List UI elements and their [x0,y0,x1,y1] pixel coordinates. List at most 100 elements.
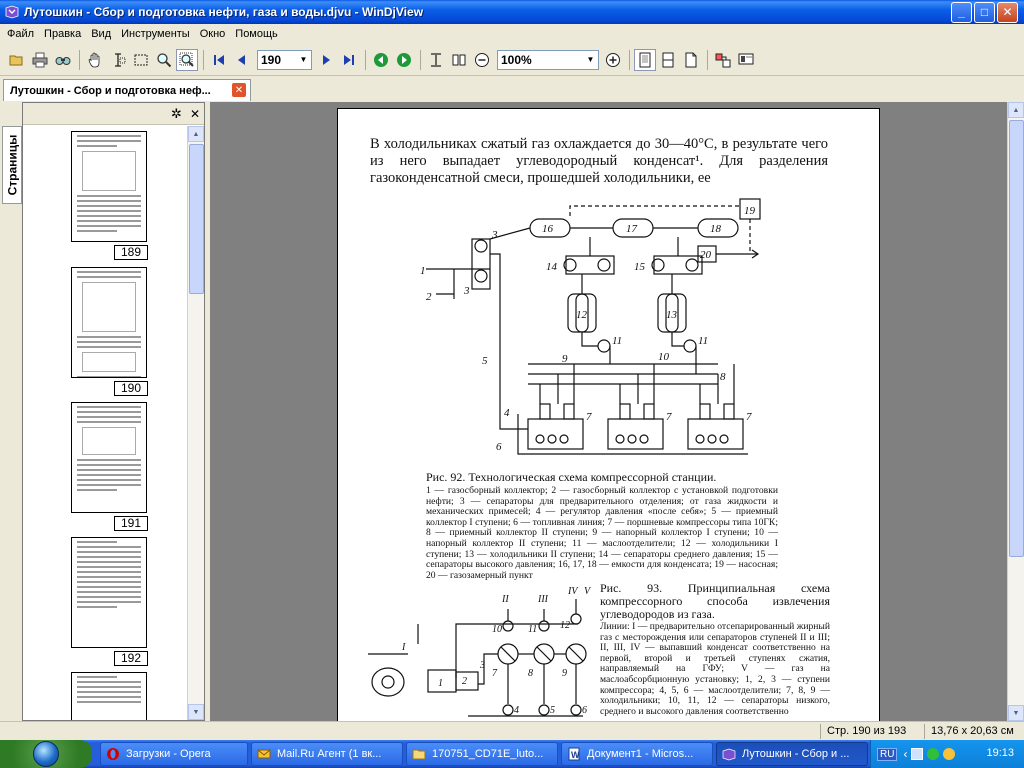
document-view[interactable]: В холодильниках сжатый газ охлаждается д… [210,102,1024,721]
maximize-button[interactable]: □ [974,1,995,23]
figure-93-caption: Рис. 93. Принципиальная схема компрессор… [600,581,830,621]
thumbnail-page[interactable] [71,267,147,378]
menu-view[interactable]: Вид [86,28,116,40]
thumbnail-page[interactable] [71,672,147,720]
clock: 19:13 [986,747,1014,759]
agent-status-icon[interactable] [943,748,956,760]
figure-92-legend: 1 — газосборный коллектор; 2 — газосборн… [426,485,778,581]
zoom-rect-icon[interactable] [176,48,198,71]
text-select-icon[interactable] [107,49,129,71]
gear-icon[interactable]: ✲ [171,106,182,122]
single-page-icon[interactable] [634,48,656,71]
page-number-combo[interactable]: 190 ▼ [257,49,312,70]
open-icon[interactable] [6,49,28,71]
two-page-icon[interactable] [448,49,470,71]
print-icon[interactable] [29,49,51,71]
thumbnail-page-label[interactable]: 189 [114,245,148,260]
taskbar-item-folder[interactable]: 170751_CD71E_luto... [406,742,558,766]
fig93-label: 8 [528,668,533,679]
figure-93-diagram: I II III IV V 1 2 3 4 5 6 7 8 9 10 11 12 [368,586,592,717]
back-icon[interactable] [370,49,392,71]
title-bar: Лутошкин - Сбор и подготовка нефти, газа… [0,0,1024,24]
thumbnail-page[interactable] [71,402,147,513]
last-page-icon[interactable] [338,49,360,71]
thumbnail-scrollbar[interactable]: ▲ ▼ [187,126,204,720]
document-tab[interactable]: Лутошкин - Сбор и подготовка неф... ✕ [3,79,251,101]
scroll-up-icon[interactable]: ▲ [188,126,204,142]
windjview-app-icon[interactable] [4,4,20,20]
taskbar-item-windjview[interactable]: Лутошкин - Сбор и ... [716,742,868,766]
fig92-label: 13 [666,309,678,321]
scroll-down-icon[interactable]: ▼ [188,704,204,720]
fig92-label: 2 [426,291,432,303]
icq-icon[interactable] [927,748,940,760]
continuous-icon[interactable] [657,49,679,71]
page-number-value: 190 [261,52,282,67]
find-icon[interactable] [52,49,74,71]
zoom-icon[interactable] [153,49,175,71]
menu-edit[interactable]: Правка [39,28,86,40]
chevron-down-icon[interactable]: ▼ [583,51,598,69]
taskbar-item-opera[interactable]: Загрузки - Opera [100,742,248,766]
menu-tools[interactable]: Инструменты [116,28,195,40]
toolbar-separator [707,49,708,70]
minimize-button[interactable]: _ [951,1,972,23]
display-icon[interactable] [735,49,757,71]
thumbnail-page[interactable] [71,537,147,648]
scrollbar-thumb[interactable] [1009,120,1024,557]
menu-help[interactable]: Помощь [230,28,283,40]
scroll-down-icon[interactable]: ▼ [1008,705,1024,721]
menu-file[interactable]: Файл [2,28,39,40]
rect-select-icon[interactable] [130,49,152,71]
fit-height-icon[interactable] [425,49,447,71]
taskbar-item-mailru[interactable]: Mail.Ru Агент (1 вк... [251,742,403,766]
thumbnail-page-label[interactable]: 190 [114,381,148,396]
fig92-label: 4 [504,407,510,419]
close-tab-icon[interactable]: ✕ [232,83,246,97]
taskbar-item-label: 170751_CD71E_luto... [432,748,544,760]
hand-icon[interactable] [84,49,106,71]
close-panel-icon[interactable]: ✕ [190,107,200,121]
menu-window[interactable]: Окно [195,28,231,40]
taskbar-item-label: Лутошкин - Сбор и ... [742,748,850,760]
thumbnail-panel-header: ✲ ✕ [23,103,204,125]
system-tray: RU ‹ 19:13 [870,740,1024,768]
fig92-label: 3 [463,285,470,297]
layout-icon[interactable] [712,49,734,71]
network-icon[interactable] [911,748,924,760]
thumbnail-page-label[interactable]: 191 [114,516,148,531]
sidebar-tab-label: Страницы [5,134,20,196]
scrollbar-thumb[interactable] [189,144,204,294]
document-scrollbar[interactable]: ▲ ▼ [1007,102,1024,721]
fig93-label: V [584,586,592,597]
sidebar-tab-pages[interactable]: Страницы [2,126,22,204]
thumbnail-page-label[interactable]: 192 [114,651,148,666]
language-indicator[interactable]: RU [877,747,898,761]
scroll-up-icon[interactable]: ▲ [1008,102,1024,118]
thumbnail-page[interactable] [71,131,147,242]
chevron-down-icon[interactable]: ▼ [296,51,311,69]
zoom-in-icon[interactable] [602,49,624,71]
fig93-label: 2 [462,676,467,687]
window-title: Лутошкин - Сбор и подготовка нефти, газа… [24,5,424,19]
forward-icon[interactable] [393,49,415,71]
first-page-icon[interactable] [208,49,230,71]
zoom-out-icon[interactable] [471,49,493,71]
start-button[interactable] [0,740,92,768]
tray-chevron-icon[interactable]: ‹ [903,747,907,761]
close-button[interactable]: ✕ [997,1,1018,23]
fig92-label: 18 [710,223,722,235]
folder-icon [411,746,427,762]
toolbar: 190 ▼ 100% ▼ [0,44,1024,76]
fig92-label: 20 [700,249,712,261]
prev-page-icon[interactable] [231,49,253,71]
taskbar-item-word[interactable]: W Документ1 - Micros... [561,742,713,766]
fig93-label: 5 [550,705,555,716]
facing-icon[interactable] [680,49,702,71]
taskbar: Загрузки - Opera Mail.Ru Агент (1 вк... … [0,740,1024,768]
fig92-label: 14 [546,261,558,273]
fig92-label: 12 [576,309,588,321]
fig93-label: 1 [438,678,443,689]
next-page-icon[interactable] [315,49,337,71]
zoom-combo[interactable]: 100% ▼ [497,49,599,70]
